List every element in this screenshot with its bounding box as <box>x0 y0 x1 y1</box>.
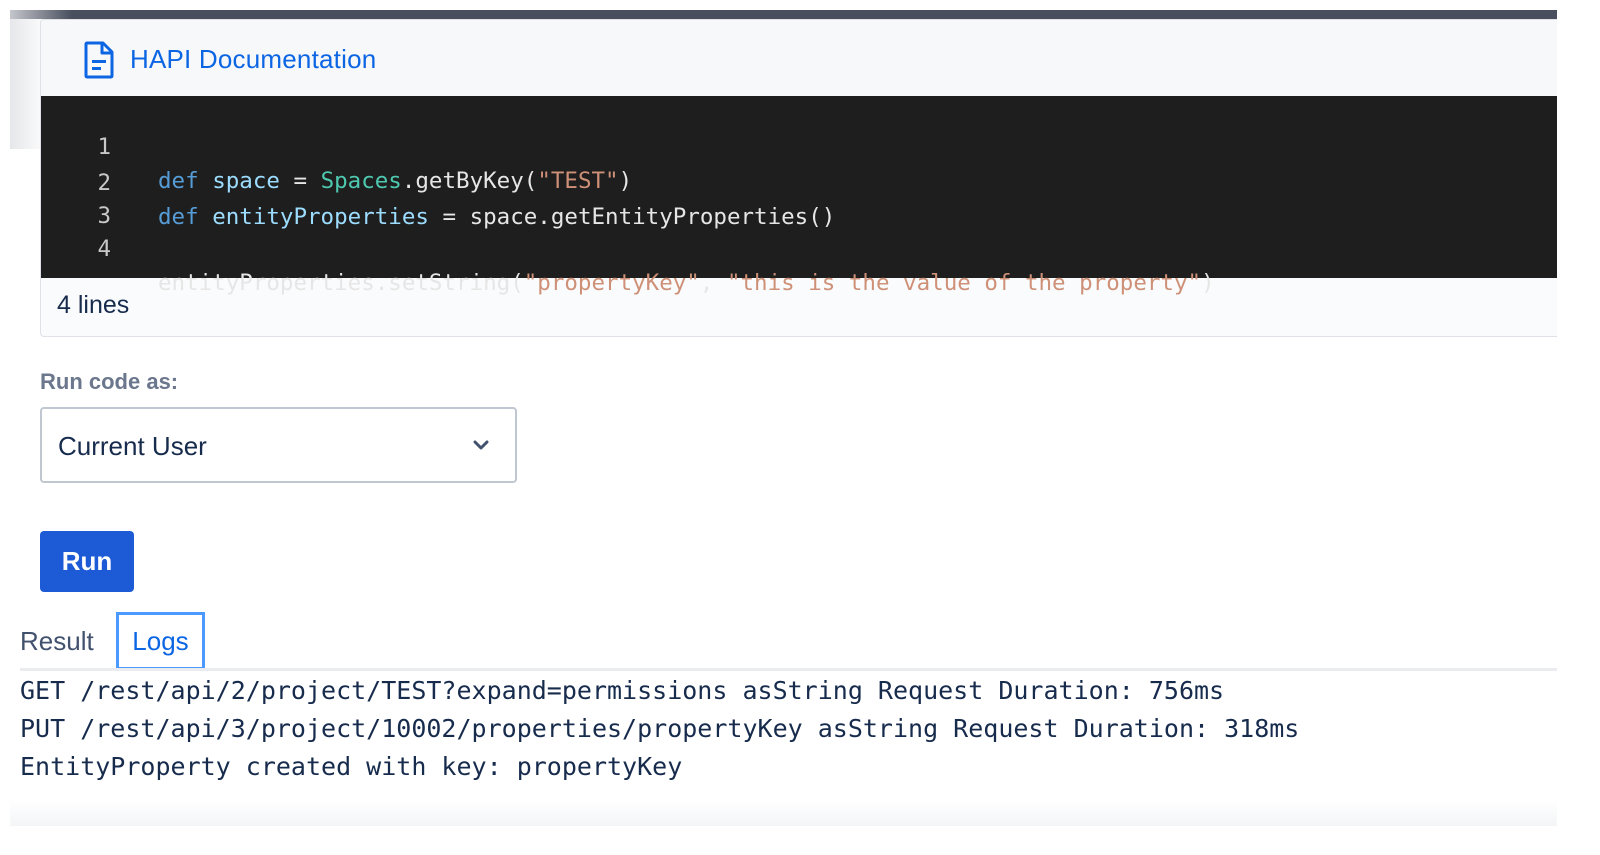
code-token: ) <box>1201 270 1215 296</box>
log-output: GET /rest/api/2/project/TEST?expand=perm… <box>20 674 1299 788</box>
line-count: 4 lines <box>57 291 130 319</box>
code-line: 1 def space = Spaces.getByKey("TEST") <box>41 96 1557 194</box>
run-as-selected-value: Current User <box>58 431 207 461</box>
code-token: , <box>699 270 727 296</box>
log-line: PUT /rest/api/3/project/10002/properties… <box>20 714 1300 743</box>
run-button[interactable]: Run <box>40 531 134 592</box>
document-icon <box>84 41 114 79</box>
code-line: 4 entityProperties.setString("propertyKe… <box>41 198 1557 296</box>
run-as-label: Run code as: <box>40 369 179 394</box>
code-editor[interactable]: 1 def space = Spaces.getByKey("TEST") 2 … <box>41 96 1557 296</box>
code-token: "propertyKey" <box>523 270 700 296</box>
code-text: entityProperties.setString("propertyKey"… <box>158 266 1215 300</box>
bottom-shadow <box>10 800 1557 826</box>
tab-logs[interactable]: Logs <box>116 612 205 670</box>
code-block-header: HAPI Documentation <box>41 20 1557 96</box>
documentation-link[interactable]: HAPI Documentation <box>130 44 376 75</box>
window-top-edge <box>10 10 1557 19</box>
line-number: 4 <box>97 236 111 262</box>
log-line: EntityProperty created with key: propert… <box>20 752 683 781</box>
code-block: HAPI Documentation 1 def space = Spaces.… <box>40 19 1557 337</box>
code-line: 3 <box>41 165 1557 229</box>
tab-result[interactable]: Result <box>20 612 114 670</box>
log-line: GET /rest/api/2/project/TEST?expand=perm… <box>20 676 1225 705</box>
code-line: 2 def entityProperties = space.getEntity… <box>41 132 1557 230</box>
code-token: "this is the value of the property" <box>726 270 1202 296</box>
run-as-select[interactable]: Current User <box>40 407 517 483</box>
tab-divider <box>20 668 1557 671</box>
chevron-down-icon <box>473 440 489 450</box>
code-token: entityProperties.setString( <box>158 270 524 296</box>
